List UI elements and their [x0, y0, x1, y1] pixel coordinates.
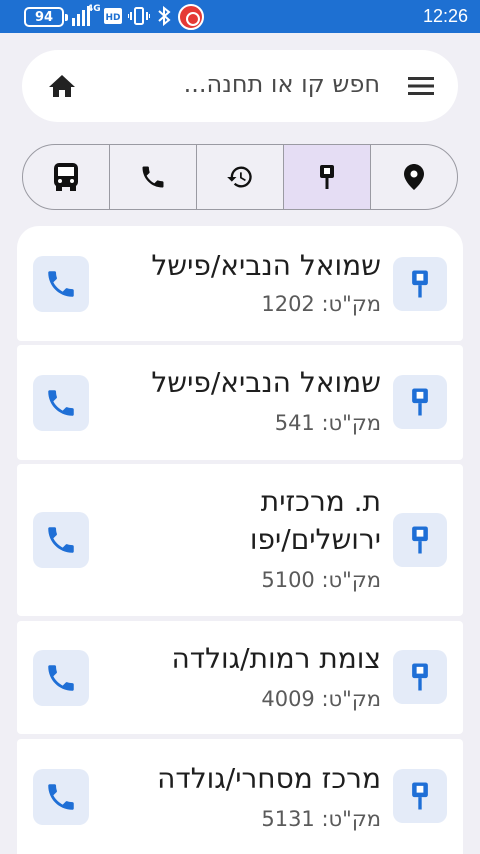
svg-text:HD: HD — [105, 13, 120, 23]
clock: 12:26 — [422, 6, 468, 26]
phone-icon — [48, 271, 74, 297]
bus-stop-icon — [412, 388, 428, 416]
stop-name: צומת רמות/גולדה — [171, 642, 381, 675]
call-button[interactable] — [33, 375, 89, 431]
bus-stop-icon — [412, 270, 428, 298]
home-icon[interactable] — [48, 74, 76, 98]
stop-code: מק"ט: 1202 — [261, 292, 381, 316]
phone-icon — [48, 665, 74, 691]
list-item[interactable]: ת. מרכזית ירושלים/יפו מק"ט: 5100 — [17, 464, 463, 616]
bus-stop-icon — [412, 663, 428, 691]
tab-nearby[interactable] — [370, 145, 457, 209]
mode-tabs — [22, 144, 458, 210]
stop-icon-box — [393, 650, 447, 704]
list-item[interactable]: צומת רמות/גולדה מק"ט: 4009 — [17, 621, 463, 734]
stop-icon-box — [393, 513, 447, 567]
hd-icon: HD — [104, 8, 122, 24]
tab-stops[interactable] — [283, 145, 370, 209]
bluetooth-icon — [158, 6, 171, 26]
stop-name: שמואל הנביא/פישל — [151, 249, 381, 282]
stop-icon-box — [393, 375, 447, 429]
stop-code: מק"ט: 5131 — [261, 807, 381, 831]
search-input[interactable]: חפש קו או תחנה... — [184, 70, 380, 98]
screen-record-icon — [178, 4, 204, 30]
call-button[interactable] — [33, 650, 89, 706]
search-bar[interactable]: חפש קו או תחנה... — [22, 50, 458, 122]
history-icon — [227, 166, 252, 188]
phone-icon — [48, 784, 74, 810]
call-button[interactable] — [33, 512, 89, 568]
phone-icon — [142, 166, 164, 188]
network-type: 4G — [87, 4, 101, 14]
list-item[interactable]: שמואל הנביא/פישל מק"ט: 1202 — [17, 226, 463, 341]
stop-name: שמואל הנביא/פישל — [151, 366, 381, 399]
stop-icon-box — [393, 769, 447, 823]
tab-history[interactable] — [196, 145, 283, 209]
bus-stop-icon — [412, 526, 428, 554]
battery-level: 94 — [34, 9, 54, 25]
call-button[interactable] — [33, 256, 89, 312]
stop-code: מק"ט: 4009 — [261, 687, 381, 711]
stop-code: מק"ט: 541 — [274, 411, 381, 435]
tab-lines[interactable] — [23, 145, 109, 209]
list-item[interactable]: שמואל הנביא/פישל מק"ט: 541 — [17, 345, 463, 460]
status-bar: 94 4G HD 12:26 — [0, 0, 480, 33]
stop-icon-box — [393, 257, 447, 311]
bus-icon — [54, 163, 78, 191]
menu-icon[interactable] — [408, 76, 434, 96]
stop-name: ת. מרכזית — [260, 485, 381, 518]
bus-stop-icon — [320, 165, 334, 189]
location-pin-icon — [404, 164, 424, 190]
call-button[interactable] — [33, 769, 89, 825]
phone-icon — [48, 390, 74, 416]
list-item[interactable]: מרכז מסחרי/גולדה מק"ט: 5131 — [17, 739, 463, 854]
battery-indicator: 94 — [24, 7, 68, 27]
stop-name: מרכז מסחרי/גולדה — [157, 762, 381, 795]
vibrate-icon — [128, 7, 150, 25]
bus-stop-icon — [412, 782, 428, 810]
tab-contact[interactable] — [109, 145, 196, 209]
phone-icon — [48, 527, 74, 553]
stop-name: ירושלים/יפו — [249, 523, 381, 556]
stop-code: מק"ט: 5100 — [261, 568, 381, 592]
